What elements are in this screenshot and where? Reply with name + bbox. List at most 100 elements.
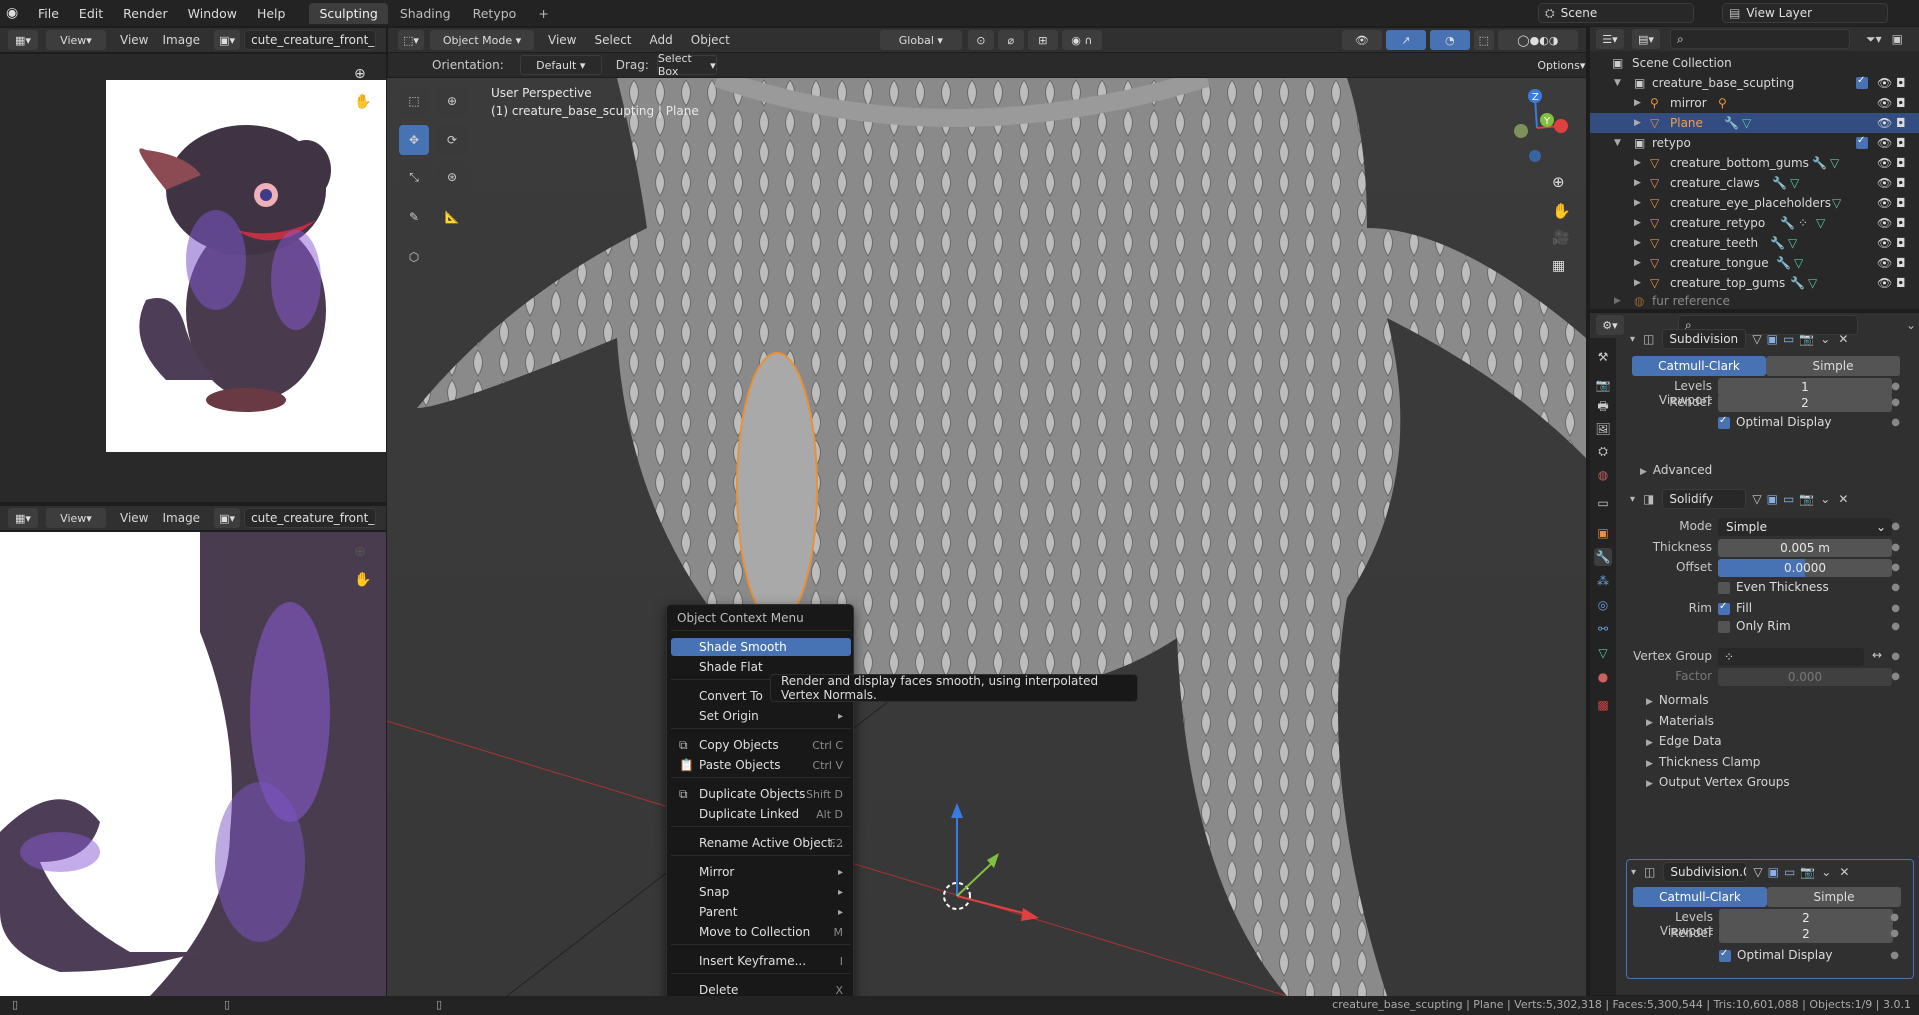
orientation-dropdown[interactable]: Default ▾: [519, 55, 602, 75]
menu-item-mirror[interactable]: Mirror ▸: [671, 863, 851, 881]
menu-window[interactable]: Window: [178, 6, 247, 21]
options-dropdown[interactable]: Options ▾: [1536, 55, 1586, 75]
output-tab-icon[interactable]: 🖶: [1594, 398, 1612, 416]
scene-selector[interactable]: ⛭ Scene: [1538, 3, 1694, 23]
even-thickness-checkbox[interactable]: [1718, 582, 1730, 594]
outliner-row-plane[interactable]: ▶ ▽ Plane 🔧 ▽ 👁 ◘: [1590, 113, 1919, 133]
menu-add[interactable]: Add: [650, 33, 673, 47]
menu-item-copy-objects[interactable]: ⧉ Copy Objects Ctrl C: [671, 736, 851, 754]
simple-button[interactable]: Simple: [1767, 887, 1901, 907]
material-tab-icon[interactable]: ●: [1594, 668, 1612, 686]
viewport-display-icon[interactable]: ▭: [1783, 492, 1794, 506]
only-rim-checkbox[interactable]: [1718, 621, 1730, 633]
keyframe-dot[interactable]: ●: [1891, 381, 1900, 392]
menu-image[interactable]: Image: [162, 33, 200, 47]
pan-hand-icon[interactable]: ✋: [354, 572, 371, 588]
render-icon[interactable]: 📷: [1799, 332, 1814, 346]
transform-orientation-dropdown[interactable]: Global ▾: [879, 30, 962, 50]
image-browse-icon[interactable]: ▣▾: [214, 30, 241, 50]
offset-slider[interactable]: 0.0000: [1718, 559, 1892, 577]
keyframe-dot[interactable]: ●: [1891, 542, 1900, 553]
camera-icon[interactable]: ◘: [1896, 96, 1906, 110]
tool-tab-icon[interactable]: ⚒: [1594, 348, 1612, 366]
collection-tab-icon[interactable]: ▭: [1594, 494, 1612, 512]
perspective-grid-icon[interactable]: ▦: [1552, 258, 1565, 274]
materials-subpanel[interactable]: ▶ Materials: [1646, 714, 1714, 728]
pan-hand-icon[interactable]: ✋: [354, 94, 371, 110]
keyframe-dot[interactable]: ●: [1891, 417, 1900, 428]
measure-tool[interactable]: 📐: [437, 202, 467, 232]
close-icon[interactable]: ✕: [1838, 332, 1848, 346]
outliner-row[interactable]: ▶ ▽ creature_tongue 🔧 ▽ 👁 ◘: [1590, 253, 1919, 273]
blender-logo-icon[interactable]: ◉: [6, 5, 28, 21]
menu-item-set-origin[interactable]: Set Origin ▸: [671, 707, 851, 725]
keyframe-dot[interactable]: ●: [1891, 397, 1900, 408]
outliner-row[interactable]: ▶ ▽ creature_eye_placeholders ▽ 👁 ◘: [1590, 193, 1919, 213]
overlay-icon[interactable]: ◔: [1429, 30, 1470, 50]
menu-item-parent[interactable]: Parent ▸: [671, 903, 851, 921]
menu-select[interactable]: Select: [594, 33, 631, 47]
constraints-tab-icon[interactable]: ⚯: [1594, 620, 1612, 638]
menu-item-snap[interactable]: Snap ▸: [671, 883, 851, 901]
exclude-checkbox[interactable]: [1856, 75, 1868, 89]
snap-icon[interactable]: ⌀: [997, 30, 1024, 50]
navigation-gizmo[interactable]: Z Y: [1497, 86, 1577, 166]
mode-dropdown[interactable]: Object Mode ▾: [430, 30, 534, 50]
menu-view[interactable]: View: [120, 511, 148, 525]
outliner-row[interactable]: ▶ ▽ creature_teeth 🔧 ▽ 👁 ◘: [1590, 233, 1919, 253]
vertex-group-field[interactable]: ⁘: [1718, 648, 1864, 666]
transform-tool[interactable]: ⊛: [437, 162, 467, 192]
view-mode-dropdown[interactable]: View ▾: [46, 508, 106, 528]
thickness-clamp-subpanel[interactable]: ▶ Thickness Clamp: [1646, 755, 1760, 769]
outliner-row[interactable]: ▶ ◍ fur reference: [1590, 293, 1919, 309]
display-mode-icon[interactable]: ▤▾: [1632, 29, 1660, 49]
editor-type-icon[interactable]: ⚙▾: [1596, 315, 1624, 335]
camera-icon[interactable]: ◘: [1896, 276, 1906, 290]
viewport-display-icon[interactable]: ▭: [1783, 332, 1794, 346]
tab-shading[interactable]: Shading: [390, 3, 461, 24]
menu-item-paste-objects[interactable]: 📋 Paste Objects Ctrl V: [671, 756, 851, 774]
edit-mode-icon[interactable]: ▽: [1752, 332, 1761, 346]
cursor-tool[interactable]: ⊕: [437, 86, 467, 116]
keyframe-dot[interactable]: ●: [1890, 912, 1899, 923]
menu-object[interactable]: Object: [691, 33, 730, 47]
texture-tab-icon[interactable]: ▩: [1594, 696, 1612, 714]
collapse-arrow-icon[interactable]: ▾: [1630, 494, 1635, 505]
menu-item-insert-keyframe[interactable]: Insert Keyframe... I: [671, 952, 851, 970]
on-cage-icon[interactable]: ▣: [1767, 492, 1778, 506]
outliner-row[interactable]: ▼ ▣ retypo 👁 ◘: [1590, 133, 1919, 153]
tab-sculpting[interactable]: Sculpting: [309, 2, 388, 24]
physics-tab-icon[interactable]: ◎: [1594, 596, 1612, 614]
menu-view[interactable]: View: [120, 33, 148, 47]
modifier-name-field[interactable]: Subdivision.0...: [1663, 862, 1748, 882]
camera-icon[interactable]: ◘: [1896, 236, 1906, 250]
3d-viewport[interactable]: User Perspective (1) creature_base_scupt…: [387, 78, 1586, 996]
outliner-row[interactable]: ▶ ▽ creature_claws 🔧 ▽ 👁 ◘: [1590, 173, 1919, 193]
eye-icon[interactable]: 👁: [1877, 276, 1892, 290]
outliner-row[interactable]: ▶ ⚲ mirror ⚲ 👁 ◘: [1590, 93, 1919, 113]
render-icon[interactable]: 📷: [1799, 492, 1814, 506]
menu-item-shade-smooth[interactable]: Shade Smooth: [671, 638, 851, 656]
camera-icon[interactable]: ◘: [1896, 136, 1906, 150]
new-collection-icon[interactable]: ▣: [1892, 32, 1903, 46]
proportional-edit-icon[interactable]: ◉ ∩: [1061, 30, 1102, 50]
move-tool[interactable]: ✥: [399, 125, 429, 155]
camera-icon[interactable]: ◘: [1896, 76, 1906, 90]
select-box-tool[interactable]: ⬚: [399, 86, 429, 116]
keyframe-dot[interactable]: ●: [1891, 603, 1900, 614]
pivot-icon[interactable]: ⊙: [967, 30, 994, 50]
simple-button[interactable]: Simple: [1766, 356, 1900, 376]
menu-item-rename-active-object[interactable]: Rename Active Object... F2: [671, 834, 851, 852]
mode-dropdown[interactable]: Simple ⌄: [1718, 518, 1892, 536]
editor-type-icon[interactable]: ▦▾: [8, 30, 38, 50]
advanced-subpanel[interactable]: ▶ Advanced: [1640, 463, 1712, 477]
edit-mode-icon[interactable]: ▽: [1752, 492, 1761, 506]
visibility-icon[interactable]: 👁: [1341, 30, 1382, 50]
camera-icon[interactable]: ◘: [1896, 176, 1906, 190]
modifier-name-field[interactable]: Solidify: [1662, 489, 1747, 509]
optimal-display-checkbox[interactable]: [1719, 948, 1731, 962]
world-tab-icon[interactable]: ◍: [1594, 466, 1612, 484]
gizmo-icon[interactable]: ↗: [1385, 30, 1426, 50]
outliner-row[interactable]: ▶ ▽ creature_top_gums 🔧 ▽ 👁 ◘: [1590, 273, 1919, 293]
menu-image[interactable]: Image: [162, 511, 200, 525]
